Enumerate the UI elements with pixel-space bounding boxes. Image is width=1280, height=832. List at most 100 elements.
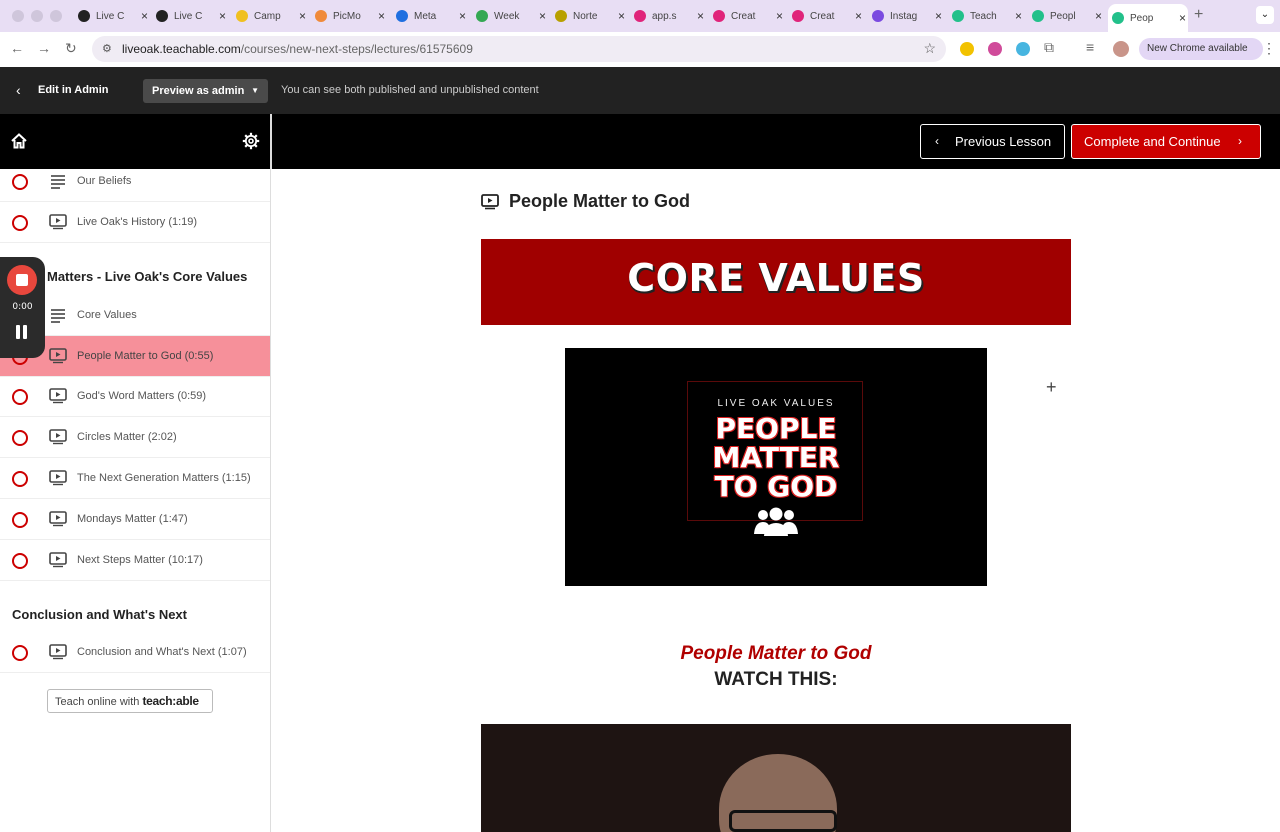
chrome-menu-icon[interactable]: ⋮ [1262, 40, 1276, 57]
sidebar-lesson-item[interactable]: Conclusion and What's Next (1:07) [0, 632, 270, 673]
tab-close-icon[interactable]: × [1095, 9, 1102, 23]
sidebar-lesson-item[interactable]: Mondays Matter (1:47) [0, 499, 270, 540]
tab-close-icon[interactable]: × [141, 9, 148, 23]
browser-tab[interactable]: Creat × [709, 4, 785, 28]
header-divider [270, 114, 272, 169]
video-lesson-icon [49, 552, 67, 568]
video-lesson-icon [49, 388, 67, 404]
tab-close-icon[interactable]: × [219, 9, 226, 23]
lecture-title: People Matter to God [509, 191, 691, 211]
chevron-right-icon: › [1238, 134, 1242, 148]
chrome-update-button[interactable]: New Chrome available [1139, 38, 1263, 60]
tab-close-icon[interactable]: × [459, 9, 466, 23]
card-line: TO GOD [714, 470, 838, 503]
tab-favicon-icon [1032, 10, 1044, 22]
profile-avatar[interactable] [1113, 41, 1129, 57]
home-icon[interactable] [10, 132, 28, 150]
tab-close-icon[interactable]: × [299, 9, 306, 23]
sidebar-lesson-item[interactable]: God's Word Matters (0:59) [0, 376, 270, 417]
tab-title: Camp [254, 10, 281, 22]
browser-tab[interactable]: Week × [472, 4, 548, 28]
complete-continue-label: Complete and Continue [1084, 134, 1221, 149]
teachable-badge[interactable]: Teach online with teach:able [47, 689, 213, 713]
browser-tab[interactable]: Norte × [551, 4, 627, 28]
tab-search-chevron-icon[interactable]: ⌄ [1256, 6, 1274, 24]
window-zoom-button[interactable] [50, 10, 62, 22]
video-lesson-icon [481, 193, 499, 209]
forward-arrow-icon[interactable]: → [37, 40, 51, 56]
tab-title: PicMo [333, 10, 361, 22]
extension-icon[interactable] [988, 42, 1002, 56]
complete-and-continue-button[interactable]: Complete and Continue › [1071, 124, 1261, 159]
browser-tab[interactable]: Live C × [74, 4, 150, 28]
tab-favicon-icon [396, 10, 408, 22]
tab-title: Live C [174, 10, 203, 22]
tab-title: Creat [810, 10, 835, 22]
browser-tab[interactable]: Meta × [392, 4, 468, 28]
browser-tab[interactable]: Peop × [1108, 4, 1188, 32]
video-lesson-icon [49, 470, 67, 486]
preview-as-dropdown[interactable]: Preview as admin ▼ [143, 79, 268, 103]
back-chevron-icon[interactable]: ‹ [16, 82, 21, 98]
extensions-puzzle-icon[interactable]: ⧉ [1044, 39, 1054, 56]
browser-tab[interactable]: Peopl × [1028, 4, 1104, 28]
extension-icon[interactable] [960, 42, 974, 56]
tab-close-icon[interactable]: × [935, 9, 942, 23]
window-close-button[interactable] [12, 10, 24, 22]
back-arrow-icon[interactable]: ← [10, 40, 24, 56]
window-minimize-button[interactable] [31, 10, 43, 22]
previous-lesson-button[interactable]: ‹ Previous Lesson [920, 124, 1065, 159]
lesson-video-player[interactable] [481, 724, 1071, 832]
browser-tab[interactable]: Camp × [232, 4, 308, 28]
tab-favicon-icon [236, 10, 248, 22]
extension-icon[interactable] [1016, 42, 1030, 56]
stop-recording-button[interactable] [7, 265, 37, 295]
lesson-status-circle-icon [12, 174, 28, 190]
browser-tab[interactable]: Live C × [152, 4, 228, 28]
url-host: liveoak.teachable.com [122, 42, 241, 56]
browser-tab[interactable]: PicMo × [311, 4, 387, 28]
sidebar-lesson-item[interactable]: Live Oak's History (1:19) [0, 202, 270, 243]
site-info-icon[interactable]: ⚙ [102, 42, 112, 55]
sidebar-lesson-item[interactable]: Circles Matter (2:02) [0, 417, 270, 458]
media-controls-icon[interactable]: ≡ [1086, 39, 1094, 55]
tab-close-icon[interactable]: × [1015, 9, 1022, 23]
browser-tab[interactable]: Teach × [948, 4, 1024, 28]
tab-close-icon[interactable]: × [539, 9, 546, 23]
browser-tab[interactable]: app.s × [630, 4, 706, 28]
video-lesson-icon [49, 429, 67, 445]
tab-close-icon[interactable]: × [855, 9, 862, 23]
lesson-status-circle-icon [12, 215, 28, 231]
chevron-left-icon: ‹ [935, 134, 939, 148]
caret-down-icon: ▼ [251, 86, 259, 95]
settings-gear-icon[interactable] [242, 132, 260, 150]
edit-in-admin-link[interactable]: Edit in Admin [38, 84, 108, 96]
tab-close-icon[interactable]: × [697, 9, 704, 23]
lesson-title: The Next Generation Matters (1:15) [77, 472, 251, 484]
screen-recorder-widget: 0:00 [0, 257, 45, 358]
card-line: MATTER [712, 441, 840, 474]
tab-close-icon[interactable]: × [378, 9, 385, 23]
text-lesson-icon [49, 173, 67, 189]
reload-icon[interactable]: ↻ [65, 40, 77, 57]
sidebar-lesson-item[interactable]: Our Beliefs [0, 169, 270, 202]
tab-close-icon[interactable]: × [1179, 11, 1186, 25]
lesson-status-circle-icon [12, 471, 28, 487]
video-lesson-icon [49, 511, 67, 527]
tab-close-icon[interactable]: × [776, 9, 783, 23]
tab-title: Norte [573, 10, 598, 22]
tab-close-icon[interactable]: × [618, 9, 625, 23]
pause-icon[interactable] [16, 325, 28, 339]
tab-favicon-icon [634, 10, 646, 22]
sidebar-lesson-item[interactable]: The Next Generation Matters (1:15) [0, 458, 270, 499]
address-bar[interactable]: ⚙ liveoak.teachable.com/courses/new-next… [92, 36, 946, 62]
new-tab-button[interactable]: + [1194, 6, 1203, 24]
tab-favicon-icon [78, 10, 90, 22]
browser-tab[interactable]: Instag × [868, 4, 944, 28]
add-icon[interactable]: + [1046, 377, 1057, 398]
sidebar-lesson-item[interactable]: Next Steps Matter (10:17) [0, 540, 270, 581]
tab-favicon-icon [792, 10, 804, 22]
browser-tab[interactable]: Creat × [788, 4, 864, 28]
bookmark-star-icon[interactable]: ☆ [923, 40, 936, 57]
tab-favicon-icon [476, 10, 488, 22]
